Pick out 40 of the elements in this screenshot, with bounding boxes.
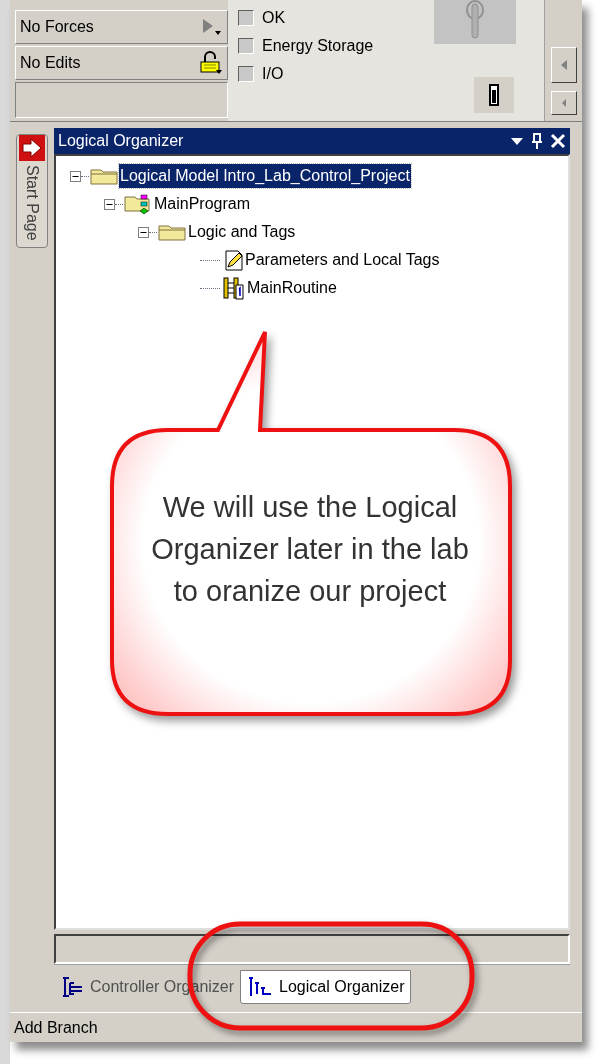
checkbox[interactable] bbox=[238, 66, 254, 82]
side-tab[interactable]: Start Page bbox=[16, 134, 48, 248]
indicator-label: I/O bbox=[262, 64, 284, 84]
arrow-dropdown-icon bbox=[201, 17, 223, 37]
ladder-page-icon bbox=[222, 276, 246, 300]
collapse-icon[interactable] bbox=[104, 198, 115, 210]
folder-icon bbox=[157, 222, 187, 242]
folder-icon bbox=[89, 166, 119, 186]
scroll-left-button[interactable] bbox=[550, 47, 577, 83]
status-row[interactable]: No Edits bbox=[15, 46, 228, 80]
collapse-icon[interactable] bbox=[138, 226, 149, 238]
pencil-page-icon bbox=[222, 249, 244, 271]
battery-icon bbox=[489, 84, 499, 106]
organizer-tab[interactable]: Logical Organizer bbox=[240, 970, 412, 1004]
collapse-icon[interactable] bbox=[70, 170, 81, 182]
arrow-right-icon bbox=[19, 135, 45, 161]
tree-item[interactable]: Parameters and Local Tags bbox=[244, 248, 441, 272]
tree-item[interactable]: Logic and Tags bbox=[187, 220, 297, 244]
callout-text: We will use the Logical Organizer later in the lab to oranize our project bbox=[150, 490, 470, 609]
tree-list-icon bbox=[62, 976, 84, 998]
pin-icon[interactable] bbox=[530, 132, 544, 150]
checkbox[interactable] bbox=[238, 10, 254, 26]
caret-left-icon bbox=[559, 59, 568, 71]
folder-chart-icon bbox=[123, 193, 153, 215]
scroll-left-button[interactable] bbox=[550, 91, 577, 115]
dropdown-icon[interactable] bbox=[510, 136, 524, 146]
tree-list-icon bbox=[247, 976, 274, 998]
tree-item[interactable]: MainRoutine bbox=[246, 276, 338, 300]
padlock-icon bbox=[199, 51, 223, 75]
indicator-label: Energy Storage bbox=[262, 36, 374, 56]
tree-item[interactable]: Logical Model Intro_Lab_Control_Project bbox=[119, 164, 411, 188]
status-bar: Add Branch bbox=[10, 1012, 582, 1042]
key-icon bbox=[463, 0, 487, 40]
checkbox[interactable] bbox=[238, 38, 254, 54]
tree-item[interactable]: MainProgram bbox=[153, 192, 252, 216]
panel-title-bar: Logical Organizer bbox=[54, 128, 570, 154]
close-icon[interactable] bbox=[550, 133, 566, 149]
caret-left-icon bbox=[560, 98, 567, 108]
status-row[interactable]: No Forces bbox=[15, 10, 228, 44]
indicator-label: OK bbox=[262, 8, 286, 28]
